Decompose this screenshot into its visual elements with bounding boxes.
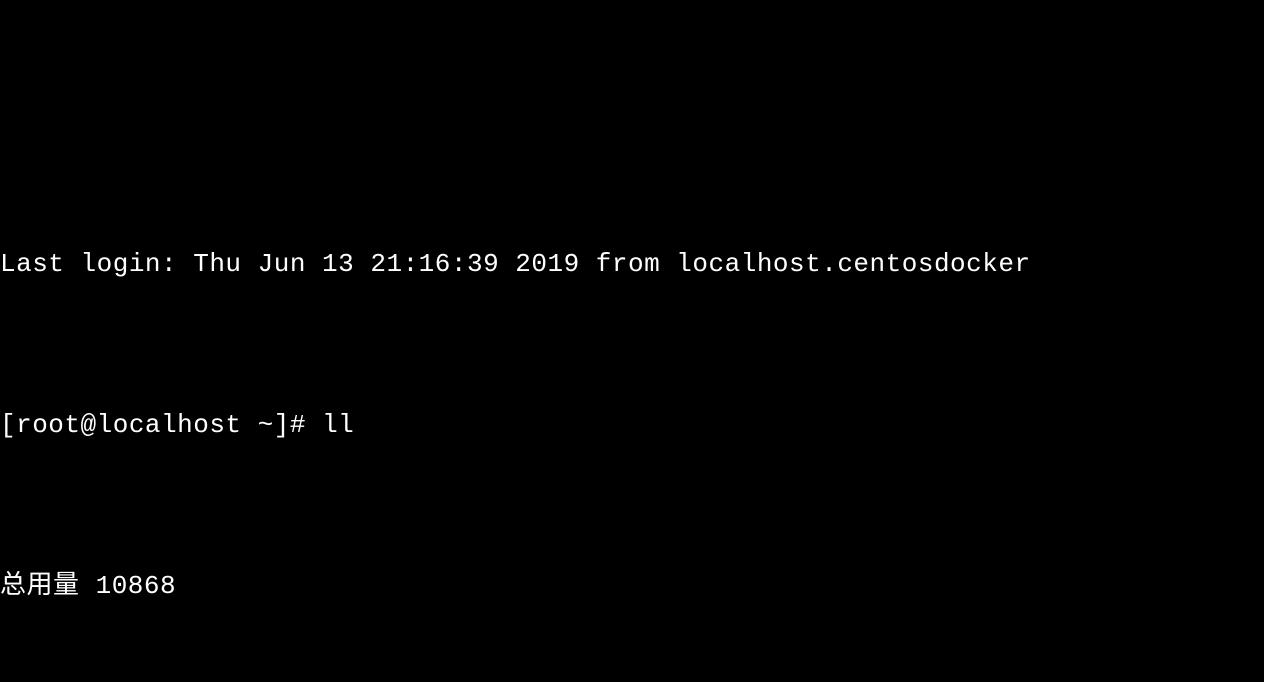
shell-prompt: [root@localhost ~]#	[0, 410, 322, 440]
command-line-ll: [root@localhost ~]# ll	[0, 405, 1264, 445]
ll-total: 总用量 10868	[0, 566, 1264, 606]
login-banner: Last login: Thu Jun 13 21:16:39 2019 fro…	[0, 244, 1264, 284]
terminal-window[interactable]: Last login: Thu Jun 13 21:16:39 2019 fro…	[0, 163, 1264, 682]
command-text: ll	[322, 410, 354, 440]
